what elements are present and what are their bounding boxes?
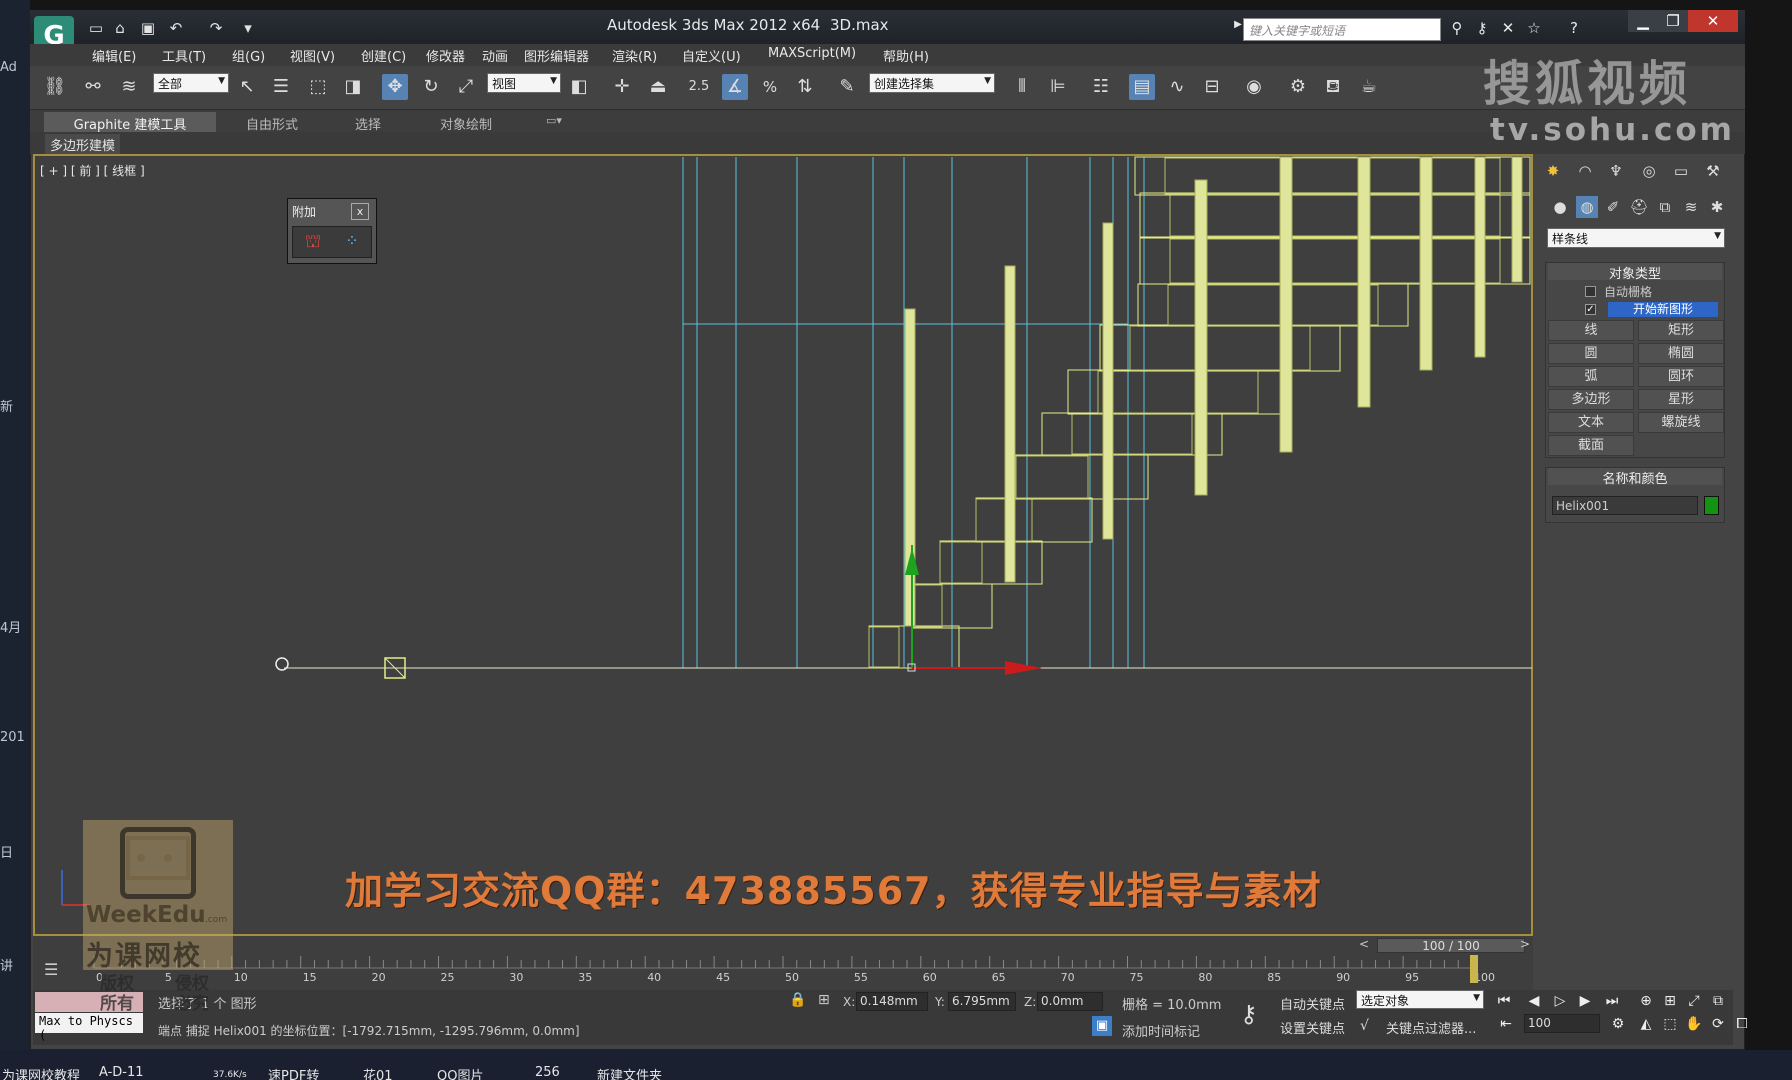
prev-frame-icon[interactable]: ◀ — [1524, 991, 1544, 1011]
weekedu-name: WeekEdu — [86, 902, 206, 928]
track-tick-label: 85 — [1267, 971, 1281, 984]
z-coordinate-input[interactable]: 0.0mm — [1037, 992, 1103, 1011]
screen: Ad 新 4月 201 日 讲 G ▭ ⌂ ▣ ↶ ↷ ▾ Autodesk 3… — [0, 0, 1792, 1080]
prompt-line: 端点 捕捉 Helix001 的坐标位置：[-1792.715mm, -1295… — [158, 1024, 580, 1038]
x-label: X: — [843, 995, 856, 1009]
weekedu-logo-icon — [120, 827, 196, 899]
auto-key-button[interactable]: 自动关键点 — [1280, 994, 1345, 1013]
track-tick-label: 30 — [509, 971, 523, 984]
lock-icon[interactable]: 🔒 — [789, 992, 806, 1008]
taskbar-netspeed: 37.6K/s — [213, 1070, 247, 1080]
track-tick-label: 65 — [992, 971, 1006, 984]
y-label: Y: — [935, 995, 945, 1009]
track-tick-label: 60 — [923, 971, 937, 984]
time-tag-icon[interactable]: ▣ — [1092, 1016, 1112, 1036]
sohu-watermark: 搜狐视频 — [1483, 56, 1692, 112]
track-tick-label: 35 — [578, 971, 592, 984]
pan-icon[interactable]: ✋ — [1684, 1014, 1704, 1034]
goto-start-icon[interactable]: ⏮ — [1494, 991, 1514, 1011]
taskbar-item[interactable]: A-D-11 — [99, 1065, 144, 1080]
time-config-icon[interactable]: ⚙ — [1608, 1014, 1628, 1034]
z-label: Z: — [1024, 995, 1037, 1009]
taskbar-item[interactable]: 256 — [535, 1065, 560, 1080]
track-tick-label: 45 — [716, 971, 730, 984]
track-tick-label: 10 — [234, 971, 248, 984]
track-tick-label: 80 — [1198, 971, 1212, 984]
track-tick-label: 40 — [647, 971, 661, 984]
grid-size: 栅格 = 10.0mm — [1122, 998, 1222, 1013]
taskbar-item[interactable]: 速PDF转 — [268, 1065, 319, 1080]
track-tick-label: 20 — [372, 971, 386, 984]
taskbar-item[interactable]: 为课网校教程 — [2, 1065, 80, 1080]
promo-banner: 加学习交流QQ群：473885567，获得专业指导与素材 — [345, 869, 1322, 913]
sohu-url-watermark: tv.sohu.com — [1490, 112, 1735, 148]
absolute-mode-icon[interactable]: ⊞ — [818, 992, 830, 1008]
key-mode-icon[interactable]: ⇤ — [1496, 1014, 1516, 1034]
maxscript-listener[interactable]: Max to Physcs ( — [35, 1013, 143, 1042]
track-bar[interactable]: 0 5 10 15 20 25 30 35 40 45 50 55 60 65 70 75 80 85 90 95 10… — [0, 0, 1792, 1080]
track-tick-label: 95 — [1405, 971, 1419, 984]
track-tick-label: 75 — [1130, 971, 1144, 984]
y-coordinate-input[interactable]: 6.795mm — [948, 992, 1016, 1011]
current-frame-input[interactable]: 100 — [1524, 1014, 1600, 1033]
set-key-icon[interactable]: ⚷ — [1240, 1000, 1258, 1028]
time-marker[interactable] — [1470, 955, 1478, 983]
zoom-extents-all-icon[interactable]: ⧉ — [1708, 991, 1728, 1011]
taskbar-item[interactable]: 花01 — [363, 1065, 393, 1080]
weekedu-rights2: 侵权 必究 — [175, 974, 209, 1014]
zoom-icon[interactable]: ⊕ — [1636, 991, 1656, 1011]
goto-end-icon[interactable]: ⏭ — [1602, 991, 1622, 1011]
track-tick-label: 55 — [854, 971, 868, 984]
orbit-icon[interactable]: ⟳ — [1708, 1014, 1728, 1034]
taskbar-item[interactable]: 新建文件夹 — [597, 1065, 662, 1080]
x-coordinate-input[interactable]: 0.148mm — [856, 992, 928, 1011]
add-time-tag[interactable]: 添加时间标记 — [1122, 1021, 1200, 1040]
weekedu-rights-line: 必究 — [175, 994, 209, 1014]
track-tick-label: 15 — [303, 971, 317, 984]
track-tick-label: 90 — [1336, 971, 1350, 984]
weekedu-rights-line: 版权 — [100, 974, 134, 994]
zoom-all-icon[interactable]: ⊞ — [1660, 991, 1680, 1011]
weekedu-rights-line: 所有 — [100, 994, 134, 1014]
weekedu-rights: 版权 所有 — [100, 974, 134, 1014]
region-zoom-icon[interactable]: ⬚ — [1660, 1014, 1680, 1034]
next-frame-icon[interactable]: ▶ — [1575, 991, 1595, 1011]
track-tick-label: 25 — [441, 971, 455, 984]
key-filters-button[interactable]: 关键点过滤器... — [1386, 1018, 1476, 1037]
track-tick-label: 50 — [785, 971, 799, 984]
set-key-button[interactable]: 设置关键点 — [1280, 1018, 1345, 1037]
key-tangent-icon[interactable]: √ — [1360, 1018, 1369, 1034]
maximize-viewport-icon[interactable]: ⧠ — [1732, 1014, 1752, 1034]
play-icon[interactable]: ▷ — [1550, 991, 1570, 1011]
zoom-extents-icon[interactable]: ⤢ — [1684, 991, 1704, 1011]
track-tick-label: 70 — [1061, 971, 1075, 984]
key-selection-dropdown[interactable]: 选定对象 — [1356, 990, 1484, 1009]
weekedu-domain: .com — [205, 915, 228, 925]
weekedu-chinese: 为课网校 — [86, 941, 202, 972]
weekedu-rights-line: 侵权 — [175, 974, 209, 994]
taskbar-item[interactable]: QQ图片 — [437, 1065, 483, 1080]
field-of-view-icon[interactable]: ◭ — [1636, 1014, 1656, 1034]
